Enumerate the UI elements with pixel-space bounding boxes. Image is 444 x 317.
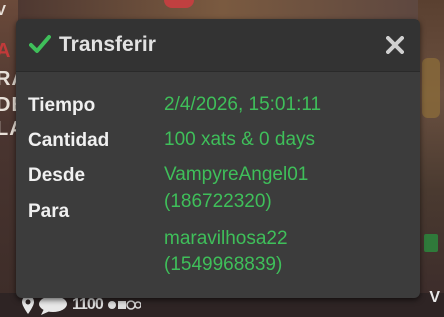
badge-icon bbox=[424, 234, 438, 252]
tiempo-label: Tiempo bbox=[28, 95, 96, 116]
game-scene-top bbox=[0, 0, 444, 20]
para-user-id: (1549968839) bbox=[164, 254, 283, 275]
desde-label: Desde bbox=[28, 165, 86, 186]
checkmark-icon bbox=[29, 35, 51, 53]
para-username[interactable]: maravilhosa22 bbox=[164, 226, 288, 252]
dialog-title: Transferir bbox=[59, 33, 156, 56]
bg-right-letter: V bbox=[429, 289, 440, 306]
ornament-decoration bbox=[164, 0, 194, 8]
close-icon[interactable] bbox=[386, 36, 404, 54]
location-pin-icon[interactable] bbox=[22, 296, 34, 314]
desde-user-id: (186722320) bbox=[164, 191, 272, 212]
ornament-decoration bbox=[422, 58, 440, 118]
chat-bubble-icon[interactable] bbox=[38, 295, 68, 315]
dialog-header: Transferir bbox=[16, 19, 420, 72]
status-dots-icon bbox=[107, 300, 141, 310]
desde-username[interactable]: VampyreAngel01 bbox=[164, 162, 308, 188]
cantidad-value: 100 xats & 0 days bbox=[164, 129, 316, 150]
tiempo-value: 2/4/2026, 15:01:11 bbox=[164, 94, 322, 115]
game-scene-right bbox=[418, 0, 444, 317]
para-label: Para bbox=[28, 201, 70, 222]
transfer-dialog: Transferir Tiempo 2/4/2026, 15:01:11 Can… bbox=[16, 19, 420, 298]
bg-left-letter: V bbox=[0, 2, 8, 19]
cantidad-label: Cantidad bbox=[28, 130, 110, 151]
bottom-counter: 1100 bbox=[72, 296, 104, 313]
bottom-toolbar: 1100 bbox=[22, 295, 141, 315]
bg-left-letter: A bbox=[0, 40, 12, 62]
